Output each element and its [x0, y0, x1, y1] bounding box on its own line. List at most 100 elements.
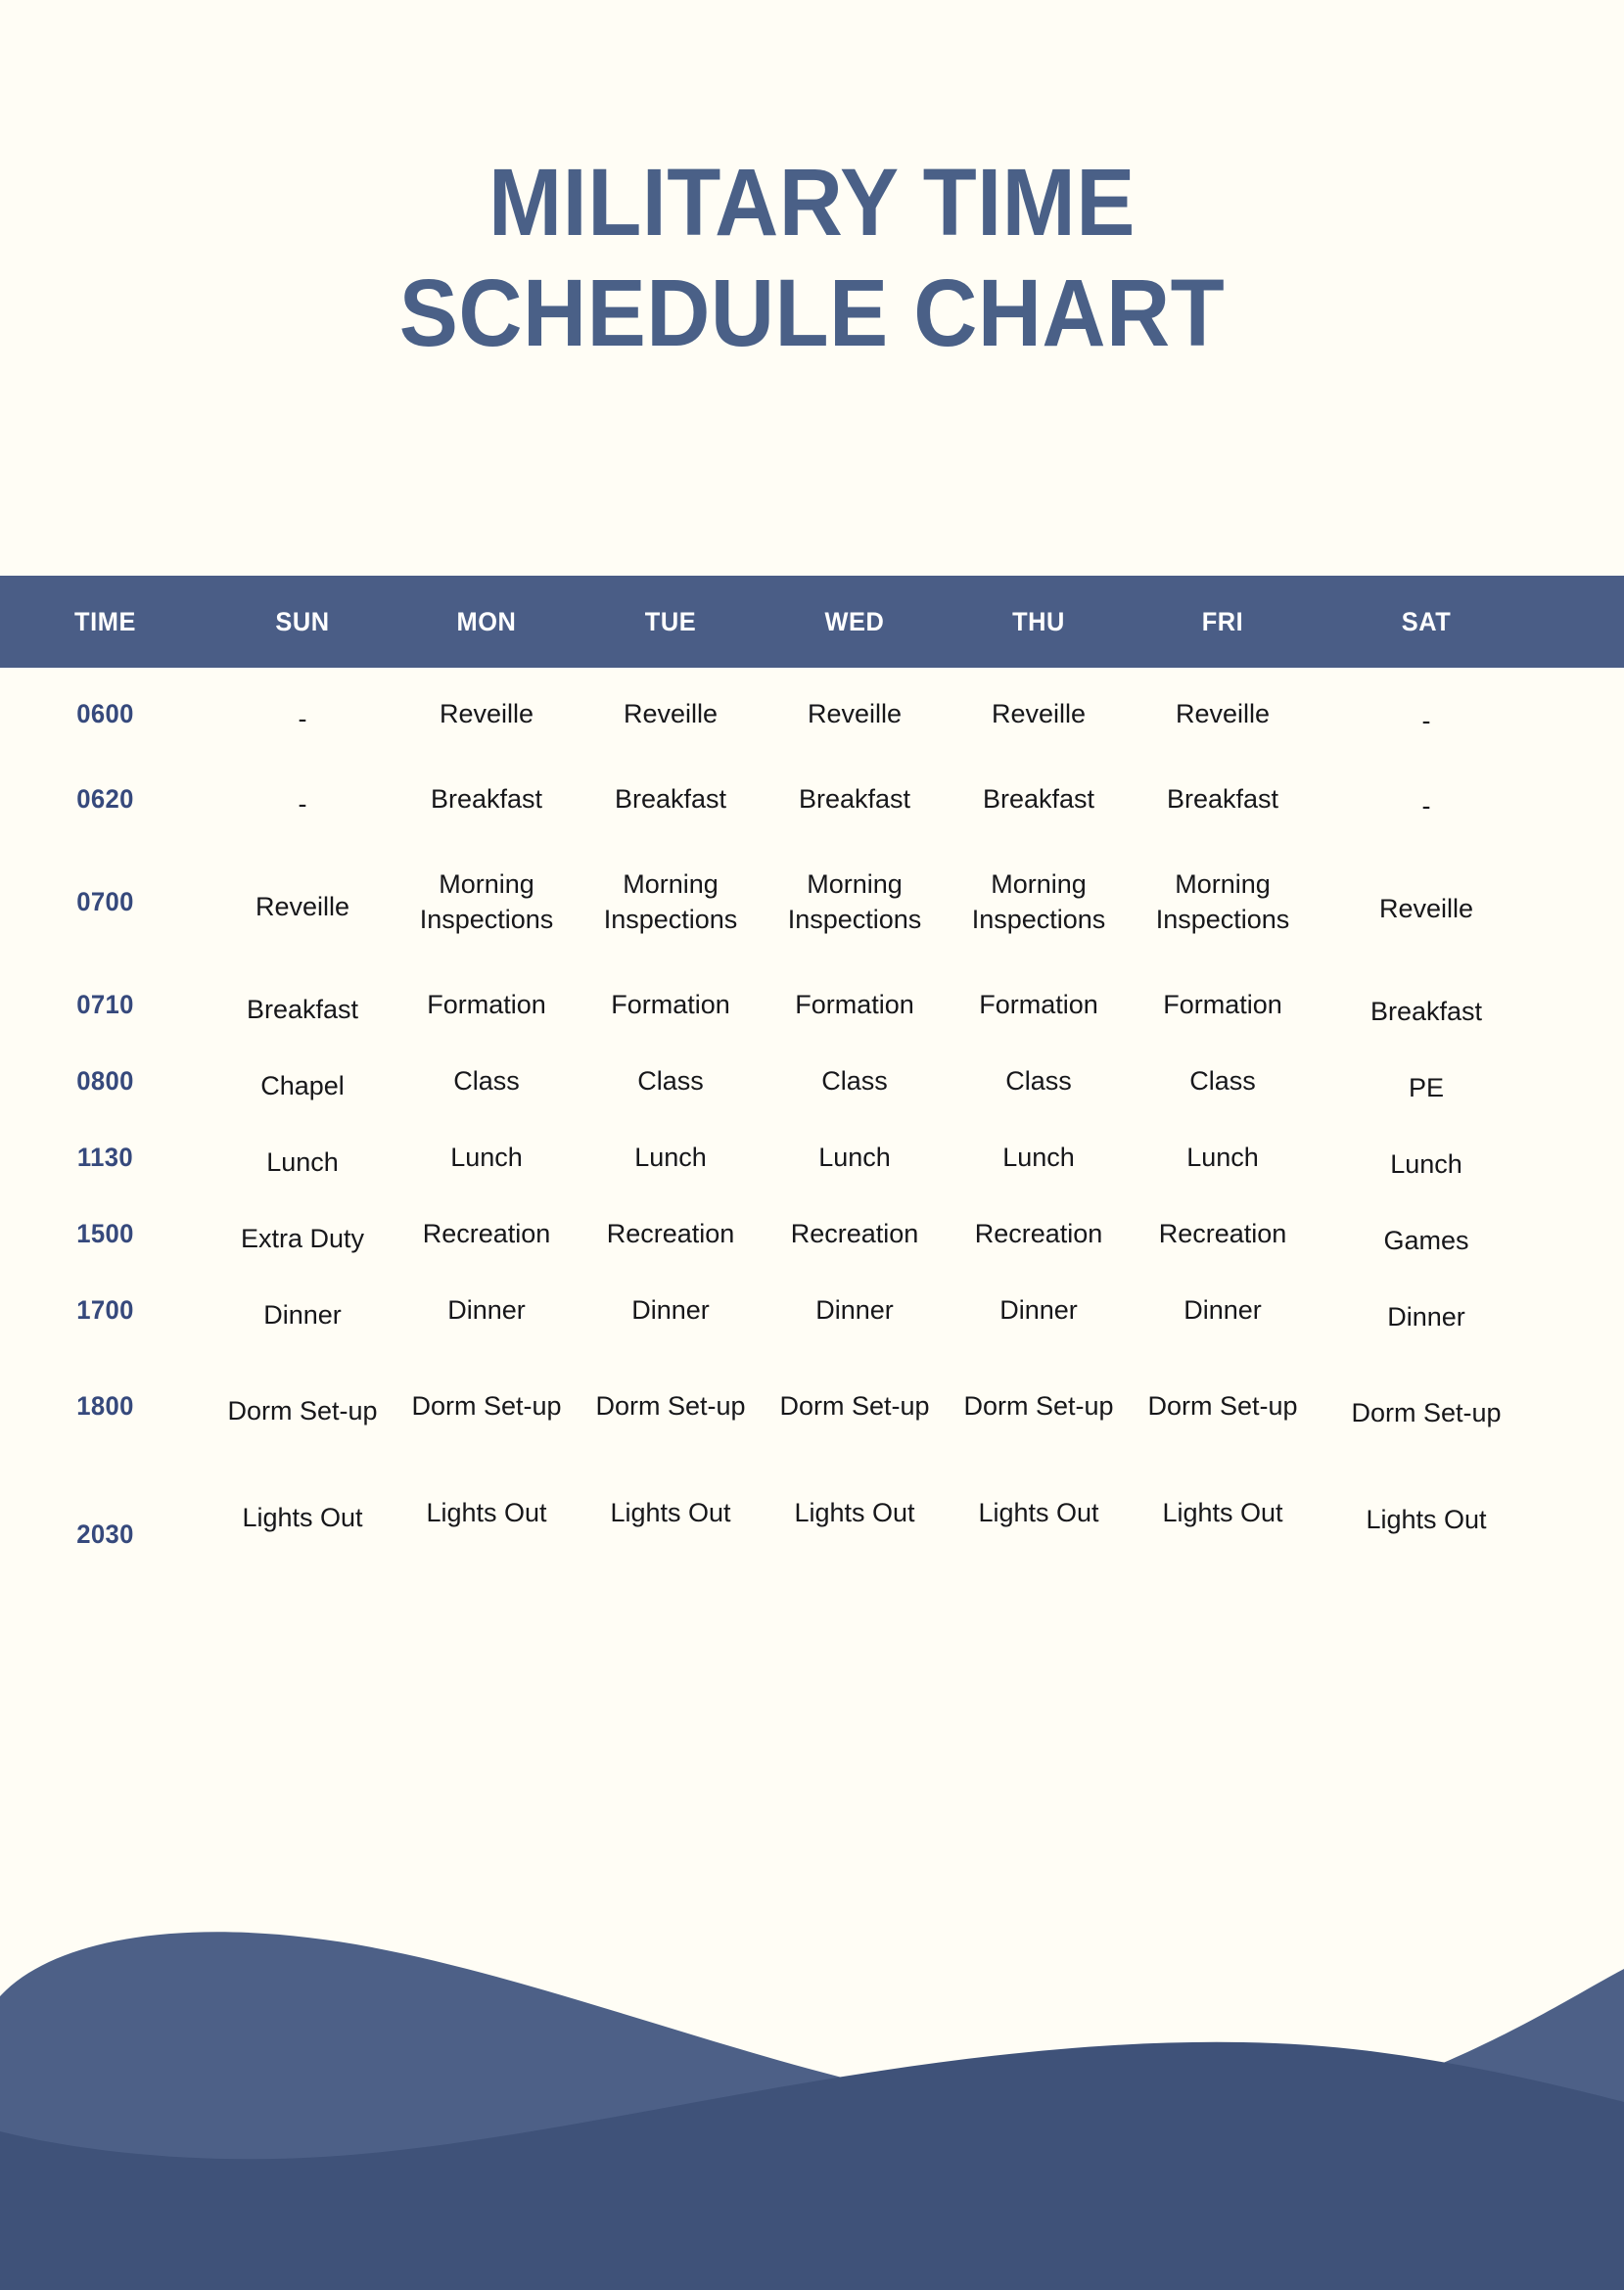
- page-title: MILITARY TIME SCHEDULE CHART MILITARY TI…: [0, 147, 1624, 369]
- cell-sun: Dorm Set-up: [227, 1396, 378, 1426]
- cell-fri: Dorm Set-up: [1147, 1391, 1298, 1422]
- title-line-two: SCHEDULE CHART: [398, 259, 1226, 367]
- cell-thu: Morning Inspections: [971, 869, 1106, 934]
- cell-mon: Dinner: [447, 1295, 526, 1326]
- cell-sat: Lunch: [1390, 1149, 1462, 1180]
- cell-sat: Dorm Set-up: [1351, 1398, 1502, 1428]
- cell-fri: Reveille: [1175, 699, 1271, 729]
- cell-sun: Chapel: [260, 1071, 345, 1101]
- cell-sun: Breakfast: [246, 995, 359, 1025]
- military-time-schedule-page: MILITARY TIME SCHEDULE CHART MILITARY TI…: [0, 0, 1624, 2290]
- cell-sat: PE: [1408, 1073, 1445, 1103]
- table-row: 0800 Chapel Class Class Class Class Clas…: [0, 1044, 1624, 1120]
- cell-fri: Dinner: [1183, 1295, 1262, 1326]
- table-row: 1500 Extra Duty Recreation Recreation Re…: [0, 1196, 1624, 1273]
- table-row: 1130 Lunch Lunch Lunch Lunch Lunch Lunch…: [0, 1120, 1624, 1196]
- cell-fri: Formation: [1163, 990, 1282, 1020]
- schedule-table-body: 0600 - Reveille Reveille Reveille Reveil…: [0, 668, 1624, 1563]
- cell-tue: Breakfast: [614, 784, 727, 815]
- cell-sun: Lunch: [266, 1147, 339, 1178]
- schedule-table-header-row: TIME SUN MON TUE WED THU FRI SAT: [0, 576, 1624, 668]
- cell-tue: Morning Inspections: [603, 869, 738, 934]
- cell-thu: Dorm Set-up: [963, 1391, 1114, 1422]
- cell-wed: Lunch: [818, 1143, 891, 1173]
- cell-wed: Formation: [795, 990, 914, 1020]
- cell-mon: Recreation: [422, 1219, 551, 1249]
- cell-thu: Breakfast: [982, 784, 1095, 815]
- row-time-label: 0800: [76, 1066, 134, 1097]
- cell-wed: Lights Out: [794, 1498, 915, 1528]
- cell-thu: Class: [1005, 1066, 1072, 1097]
- cell-wed: Breakfast: [798, 784, 911, 815]
- cell-sat: -: [1421, 791, 1431, 821]
- cell-thu: Formation: [979, 990, 1098, 1020]
- cell-thu: Dinner: [999, 1295, 1078, 1326]
- cell-fri: Class: [1189, 1066, 1256, 1097]
- table-row: 1700 Dinner Dinner Dinner Dinner Dinner …: [0, 1273, 1624, 1349]
- cell-tue: Class: [637, 1066, 704, 1097]
- column-header-mon: MON: [456, 606, 517, 636]
- cell-wed: Dinner: [815, 1295, 894, 1326]
- title-line-one: MILITARY TIME: [488, 149, 1136, 256]
- table-row: 0620 - Breakfast Breakfast Breakfast Bre…: [0, 762, 1624, 838]
- cell-fri: Morning Inspections: [1155, 869, 1290, 934]
- column-header-sun: SUN: [275, 606, 330, 636]
- cell-fri: Lights Out: [1162, 1498, 1283, 1528]
- cell-sun: -: [298, 704, 307, 734]
- row-time-label: 1800: [76, 1391, 134, 1422]
- cell-sun: Lights Out: [242, 1503, 363, 1533]
- row-time-label: 0710: [76, 990, 134, 1020]
- cell-wed: Class: [821, 1066, 888, 1097]
- cell-sat: Dinner: [1387, 1302, 1465, 1332]
- footer-wave-decoration: [0, 1879, 1624, 2290]
- cell-sat: Lights Out: [1366, 1505, 1487, 1535]
- cell-fri: Recreation: [1158, 1219, 1287, 1249]
- cell-tue: Reveille: [623, 699, 719, 729]
- table-row: 0710 Breakfast Formation Formation Forma…: [0, 967, 1624, 1044]
- row-time-label: 0620: [76, 784, 134, 815]
- cell-fri: Breakfast: [1166, 784, 1279, 815]
- cell-mon: Dorm Set-up: [411, 1391, 562, 1422]
- cell-mon: Morning Inspections: [419, 869, 554, 934]
- cell-thu: Recreation: [974, 1219, 1103, 1249]
- cell-mon: Formation: [427, 990, 546, 1020]
- row-time-label: 1700: [76, 1295, 134, 1326]
- wave-upper-shape: [0, 1932, 1624, 2290]
- cell-tue: Lights Out: [610, 1498, 731, 1528]
- cell-thu: Reveille: [991, 699, 1087, 729]
- cell-fri: Lunch: [1186, 1143, 1259, 1173]
- cell-mon: Class: [453, 1066, 520, 1097]
- row-time-label: 0600: [76, 699, 134, 729]
- cell-mon: Lunch: [450, 1143, 523, 1173]
- cell-tue: Dorm Set-up: [595, 1391, 746, 1422]
- column-header-sat: SAT: [1401, 606, 1452, 636]
- cell-sat: Games: [1383, 1226, 1469, 1256]
- cell-sat: Breakfast: [1369, 997, 1483, 1027]
- cell-wed: Dorm Set-up: [779, 1391, 930, 1422]
- cell-mon: Breakfast: [430, 784, 543, 815]
- cell-thu: Lights Out: [978, 1498, 1099, 1528]
- cell-tue: Formation: [611, 990, 730, 1020]
- cell-tue: Dinner: [631, 1295, 710, 1326]
- table-row: 0700 Reveille Morning Inspections Mornin…: [0, 838, 1624, 967]
- cell-sat: -: [1421, 706, 1431, 736]
- cell-sun: -: [298, 789, 307, 819]
- table-row: 1800 Dorm Set-up Dorm Set-up Dorm Set-up…: [0, 1349, 1624, 1465]
- cell-thu: Lunch: [1002, 1143, 1075, 1173]
- table-row: 0600 - Reveille Reveille Reveille Reveil…: [0, 668, 1624, 762]
- row-time-label: 1130: [76, 1143, 134, 1173]
- row-time-label: 1500: [76, 1219, 134, 1249]
- column-header-time: TIME: [74, 606, 136, 636]
- table-row: 2030 Lights Out Lights Out Lights Out Li…: [0, 1465, 1624, 1563]
- cell-wed: Morning Inspections: [787, 869, 922, 934]
- cell-sun: Extra Duty: [240, 1224, 365, 1254]
- row-time-label: 0700: [76, 887, 134, 917]
- column-header-wed: WED: [824, 606, 885, 636]
- cell-sun: Reveille: [255, 892, 350, 922]
- wave-lower-shape: [0, 2041, 1624, 2290]
- row-time-label: 2030: [76, 1519, 134, 1550]
- cell-sat: Reveille: [1378, 894, 1474, 924]
- cell-wed: Recreation: [790, 1219, 919, 1249]
- cell-mon: Lights Out: [426, 1498, 547, 1528]
- cell-tue: Lunch: [634, 1143, 707, 1173]
